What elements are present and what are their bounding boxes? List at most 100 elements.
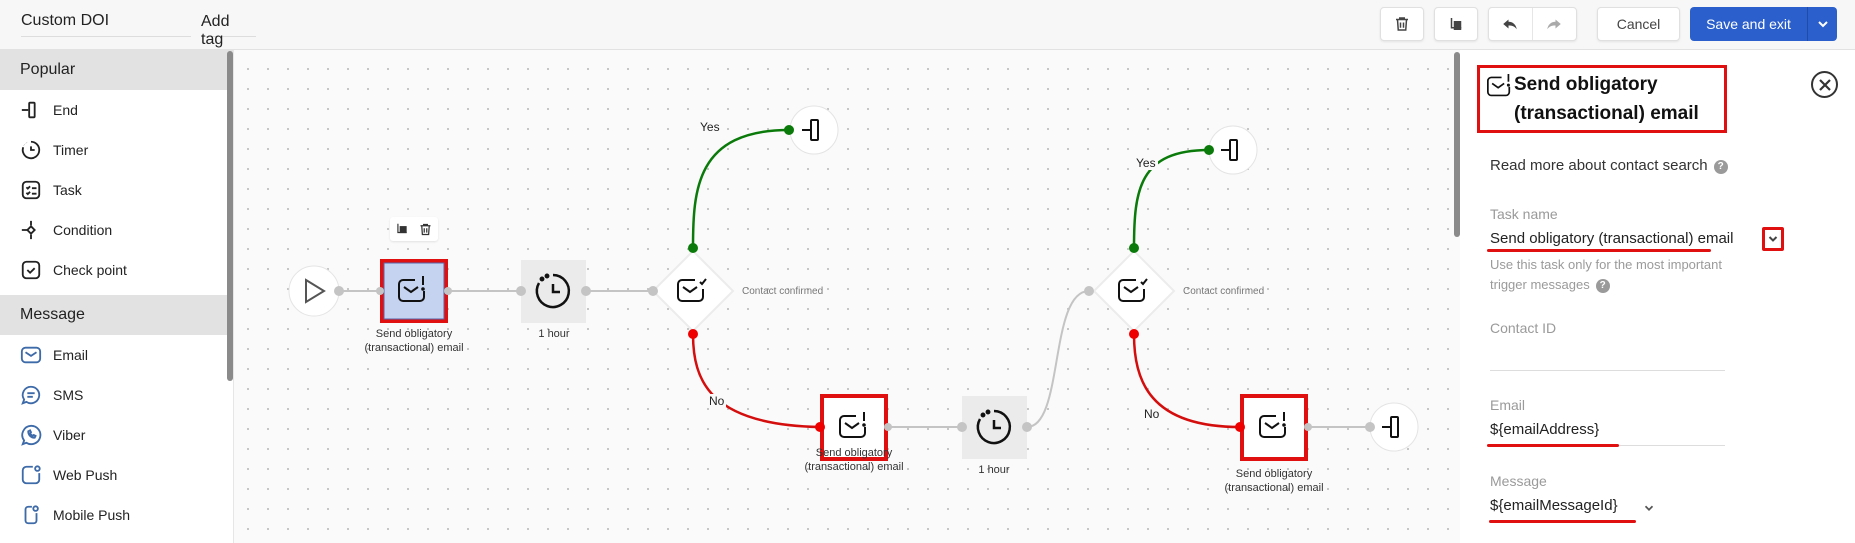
redo-button[interactable]	[1533, 8, 1577, 40]
highlight-underline	[1489, 520, 1636, 523]
palette-item-label: Task	[53, 182, 82, 198]
task-node-3-label: Send obligatory (transactional) email	[1194, 467, 1354, 495]
close-panel-button[interactable]	[1811, 71, 1838, 98]
palette-item-label: Check point	[53, 262, 127, 278]
palette-item-label: Web Push	[53, 467, 118, 483]
email-input[interactable]: ${emailAddress}	[1490, 421, 1599, 438]
scenario-title-input[interactable]: Custom DOI	[21, 10, 191, 37]
end-icon	[21, 101, 36, 119]
palette-item-email[interactable]: Email	[0, 335, 233, 375]
timer-node-1[interactable]	[521, 260, 586, 323]
web-push-icon	[21, 465, 41, 485]
timer-node-1-label: 1 hour	[538, 328, 570, 340]
condition-node-2-label: Contact confirmed	[1183, 286, 1265, 297]
palette-item-web-push[interactable]: Web Push	[0, 455, 233, 495]
edge-label-no: No	[707, 394, 727, 408]
save-split-button: Save and exit	[1690, 7, 1837, 41]
label-line: Send obligatory	[375, 328, 453, 340]
condition-icon	[21, 220, 36, 240]
palette-item-label: End	[53, 102, 78, 118]
palette-item-viber[interactable]: Viber	[0, 415, 233, 455]
contact-search-help-link[interactable]: Read more about contact search?	[1490, 157, 1728, 174]
palette-item-label: Timer	[53, 142, 89, 158]
edge-label-yes: Yes	[1134, 156, 1158, 170]
label-line: Send obligatory	[1235, 468, 1313, 480]
chevron-down-icon	[1817, 21, 1828, 28]
chevron-down-icon	[1768, 236, 1778, 242]
edge-cond1-no	[691, 333, 821, 429]
panel-header: Send obligatory (transactional) email	[1477, 65, 1727, 133]
email-label: Email	[1490, 397, 1526, 413]
contact-id-input[interactable]	[1490, 344, 1725, 364]
close-icon	[1818, 78, 1831, 91]
trash-icon	[1396, 17, 1408, 31]
end-node-1[interactable]	[789, 105, 839, 155]
undo-redo-group	[1488, 7, 1577, 41]
title-line: Send obligatory	[1514, 74, 1658, 95]
end-node-3[interactable]	[1369, 402, 1419, 452]
highlight-underline	[1487, 444, 1619, 447]
message-select[interactable]: ${emailMessageId}	[1490, 497, 1618, 514]
end-node-2[interactable]	[1208, 125, 1258, 175]
label-line: (transactional) email	[1224, 482, 1324, 494]
add-tag-input[interactable]: Add tag	[201, 10, 256, 48]
palette-item-check-point[interactable]: Check point	[0, 250, 233, 290]
sidebar-scrollbar[interactable]	[227, 51, 233, 381]
email-alert-icon	[1487, 74, 1511, 97]
start-node[interactable]	[288, 265, 340, 317]
edge-label-yes: Yes	[698, 120, 722, 134]
trash-icon[interactable]	[418, 222, 433, 237]
condition-node-1-label: Contact confirmed	[742, 286, 824, 297]
redo-icon	[1547, 19, 1561, 30]
task-node-2-label: Send obligatory (transactional) email	[774, 446, 934, 474]
undo-button[interactable]	[1489, 8, 1533, 40]
palette-item-task[interactable]: Task	[0, 170, 233, 210]
copy-icon[interactable]	[395, 222, 409, 236]
edge-cond1-yes	[691, 128, 790, 249]
section-header-popular: Popular	[0, 50, 233, 90]
task-node-3[interactable]	[1240, 394, 1308, 461]
palette-item-label: Viber	[53, 427, 86, 443]
label-line: (transactional) email	[364, 342, 464, 354]
top-bar: Custom DOI Add tag Cancel Save and exit	[0, 0, 1855, 50]
properties-panel: Send obligatory (transactional) email Re…	[1460, 50, 1855, 543]
palette-item-label: Email	[53, 347, 89, 363]
timer-node-2[interactable]	[962, 396, 1027, 459]
cancel-button[interactable]: Cancel	[1597, 7, 1680, 41]
viber-icon	[21, 424, 42, 446]
task-icon	[21, 180, 41, 200]
palette-item-sms[interactable]: SMS	[0, 375, 233, 415]
palette-item-label: SMS	[53, 387, 84, 403]
timer-icon	[21, 140, 41, 160]
chevron-down-icon[interactable]	[1642, 501, 1656, 515]
palette-item-timer[interactable]: Timer	[0, 130, 233, 170]
task-name-label: Task name	[1490, 206, 1558, 222]
palette-item-end[interactable]: End	[0, 90, 233, 130]
field-underline	[1490, 370, 1725, 371]
help-icon: ?	[1595, 279, 1610, 293]
palette-item-mobile-push[interactable]: Mobile Push	[0, 495, 233, 535]
palette-item-label: Condition	[53, 222, 113, 238]
edge-timer2-cond2	[1026, 290, 1090, 428]
copy-icon	[1450, 18, 1462, 30]
condition-node-2[interactable]	[1092, 249, 1176, 333]
message-label: Message	[1490, 473, 1547, 489]
condition-node-1[interactable]	[651, 249, 735, 333]
delete-button[interactable]	[1380, 7, 1424, 41]
edge-label-no: No	[1142, 407, 1162, 421]
title-line: (transactional) email	[1514, 103, 1699, 124]
contact-id-label: Contact ID	[1490, 320, 1557, 336]
save-and-exit-button[interactable]: Save and exit	[1690, 7, 1808, 41]
label-line: (transactional) email	[804, 461, 904, 473]
workflow-canvas[interactable]: Send obligatory (transactional) email 1 …	[234, 50, 1451, 543]
task-name-value[interactable]: Send obligatory (transactional) email	[1490, 230, 1733, 247]
save-options-dropdown[interactable]	[1808, 7, 1837, 41]
node-action-toolbar	[390, 217, 438, 241]
duplicate-button[interactable]	[1434, 7, 1478, 41]
task-node-1-selected[interactable]	[380, 259, 448, 323]
task-name-hint: Use this task only for the most importan…	[1490, 255, 1760, 295]
task-name-dropdown-toggle[interactable]	[1762, 227, 1784, 251]
palette-item-label: Mobile Push	[53, 507, 131, 523]
palette-item-condition[interactable]: Condition	[0, 210, 233, 250]
help-icon: ?	[1713, 160, 1728, 174]
